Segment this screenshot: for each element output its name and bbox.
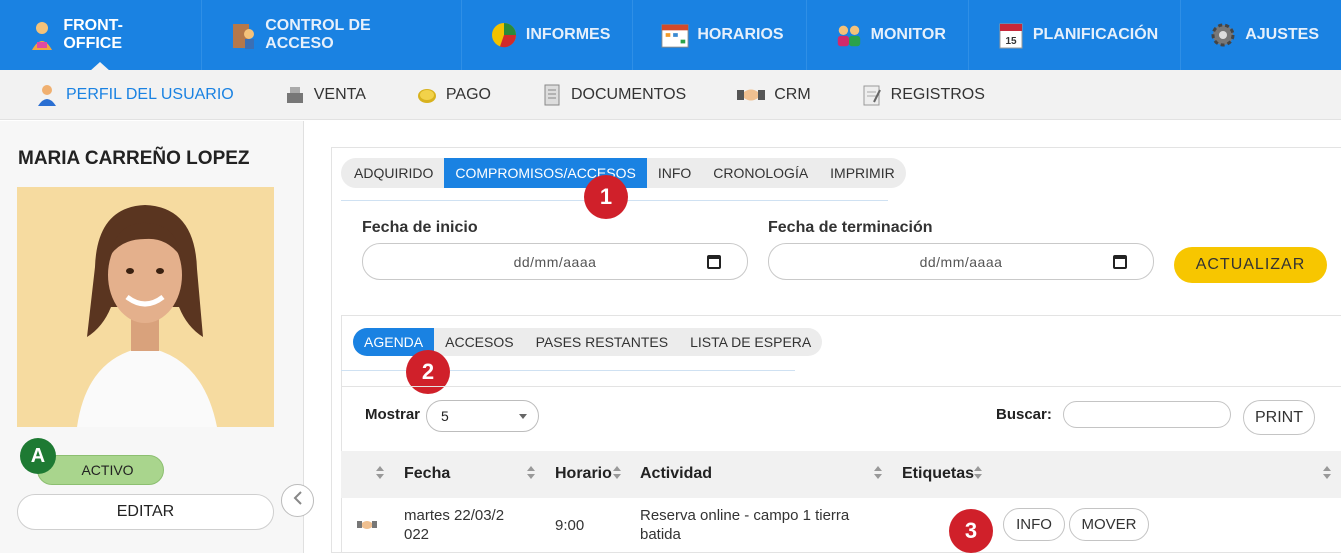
topnav-label: PLANIFICACIÓN — [1032, 26, 1159, 43]
topnav-front-office[interactable]: FRONT-OFFICE — [0, 0, 202, 70]
update-button[interactable]: ACTUALIZAR — [1174, 247, 1327, 283]
tab-info[interactable]: INFO — [647, 158, 702, 188]
subnav-label: PAGO — [445, 85, 491, 103]
status-badge: ACTIVO — [37, 455, 164, 485]
cell-fecha: martes 22/03/2 022 — [404, 507, 505, 543]
svg-text:15: 15 — [1005, 36, 1017, 47]
topnav-ajustes[interactable]: AJUSTES — [1181, 0, 1341, 70]
topnav-planificacion[interactable]: 15 PLANIFICACIÓN — [969, 0, 1182, 70]
subnav-label: VENTA — [313, 85, 366, 103]
profile-sidebar: MARIA CARREÑO LOPEZ ACTIVO A EDITAR — [0, 121, 314, 553]
info-button[interactable]: INFO — [1003, 508, 1065, 541]
sort-icon[interactable] — [376, 466, 384, 480]
profile-photo — [17, 187, 274, 427]
annotation-marker-a: A — [20, 438, 56, 474]
show-label: Mostrar — [365, 406, 421, 423]
calendar-day-icon: 15 — [997, 19, 1025, 51]
page-size-select[interactable]: 5 — [426, 400, 539, 432]
subnav-registros[interactable]: REGISTROS — [861, 84, 985, 106]
end-date-label: Fecha de terminación — [768, 219, 933, 236]
search-label: Buscar: — [996, 406, 1052, 423]
subnav-label: CRM — [774, 85, 811, 103]
topnav-informes[interactable]: INFORMES — [462, 0, 634, 70]
topnav-horarios[interactable]: HORARIOS — [633, 0, 807, 70]
calendar-grid-icon — [661, 19, 689, 51]
topnav-label: HORARIOS — [697, 26, 784, 43]
coin-icon — [416, 84, 438, 106]
chevron-left-icon — [293, 491, 303, 510]
cell-horario: 9:00 — [555, 517, 585, 534]
user-name: MARIA CARREÑO LOPEZ — [18, 148, 250, 169]
sort-icon[interactable] — [1323, 466, 1331, 480]
annotation-marker-3: 3 — [949, 509, 993, 553]
cash-register-icon — [284, 84, 306, 106]
topnav-label: CONTROL DE ACCESO — [265, 17, 371, 52]
handshake-icon — [736, 84, 766, 106]
calendar-icon[interactable] — [707, 255, 721, 269]
document-icon — [541, 84, 563, 106]
tab-accesos[interactable]: ACCESOS — [434, 328, 524, 356]
subnav-crm[interactable]: CRM — [736, 84, 811, 106]
users-group-icon — [835, 19, 863, 51]
receptionist-icon — [28, 19, 55, 51]
top-navigation: FRONT-OFFICE CONTROL DE ACCESO INFORMES … — [0, 0, 1341, 70]
page-size-value: 5 — [441, 408, 449, 424]
column-header-etiquetas[interactable]: Etiquetas — [902, 465, 974, 483]
user-icon — [36, 84, 58, 106]
column-header-horario[interactable]: Horario — [555, 465, 612, 483]
tab-lista-de-espera[interactable]: LISTA DE ESPERA — [679, 328, 822, 356]
topnav-label: MONITOR — [870, 26, 946, 43]
subnav-perfil-del-usuario[interactable]: PERFIL DEL USUARIO — [36, 84, 234, 106]
handshake-icon — [357, 518, 377, 536]
print-button[interactable]: PRINT — [1243, 400, 1315, 435]
notepad-icon — [861, 84, 883, 106]
table-header — [341, 451, 1341, 498]
sort-icon[interactable] — [613, 466, 621, 480]
search-input[interactable] — [1063, 401, 1231, 428]
subnav-label: REGISTROS — [890, 85, 985, 103]
sort-icon[interactable] — [527, 466, 535, 480]
column-header-fecha[interactable]: Fecha — [404, 465, 450, 483]
annotation-marker-1: 1 — [584, 175, 628, 219]
topnav-label: AJUSTES — [1245, 26, 1319, 43]
cell-actividad: Reserva online - campo 1 tierra batida — [640, 507, 850, 543]
sort-icon[interactable] — [874, 466, 882, 480]
chevron-down-icon — [519, 414, 527, 419]
topnav-label: FRONT-OFFICE — [63, 17, 123, 52]
gear-icon — [1209, 19, 1237, 51]
start-date-placeholder: dd/mm/aaaa — [513, 253, 597, 270]
pie-chart-icon — [490, 19, 518, 51]
subnav-documentos[interactable]: DOCUMENTOS — [541, 84, 686, 106]
tab-imprimir[interactable]: IMPRIMIR — [819, 158, 906, 188]
collapse-sidebar-button[interactable] — [281, 484, 314, 517]
sort-icon[interactable] — [974, 466, 982, 480]
start-date-input[interactable]: dd/mm/aaaa — [362, 243, 748, 280]
end-date-input[interactable]: dd/mm/aaaa — [768, 243, 1154, 280]
tab-adquirido[interactable]: ADQUIRIDO — [343, 158, 444, 188]
tab-cronologia[interactable]: CRONOLOGÍA — [702, 158, 819, 188]
end-date-placeholder: dd/mm/aaaa — [919, 253, 1003, 270]
subnav-label: PERFIL DEL USUARIO — [66, 85, 234, 103]
access-control-icon — [230, 19, 257, 51]
tab-pases-restantes[interactable]: PASES RESTANTES — [525, 328, 680, 356]
calendar-icon[interactable] — [1113, 255, 1127, 269]
move-button[interactable]: MOVER — [1069, 508, 1149, 541]
topnav-label: INFORMES — [525, 26, 611, 43]
column-header-actividad[interactable]: Actividad — [640, 465, 712, 483]
topnav-monitor[interactable]: MONITOR — [807, 0, 969, 70]
topnav-control-de-acceso[interactable]: CONTROL DE ACCESO — [202, 0, 462, 70]
start-date-label: Fecha de inicio — [362, 219, 478, 236]
edit-button[interactable]: EDITAR — [17, 494, 274, 530]
subnav-pago[interactable]: PAGO — [416, 84, 491, 106]
sub-navigation: PERFIL DEL USUARIO VENTA PAGO DOCUMENTOS… — [0, 70, 1341, 120]
subnav-venta[interactable]: VENTA — [284, 84, 366, 106]
subnav-label: DOCUMENTOS — [570, 85, 687, 103]
